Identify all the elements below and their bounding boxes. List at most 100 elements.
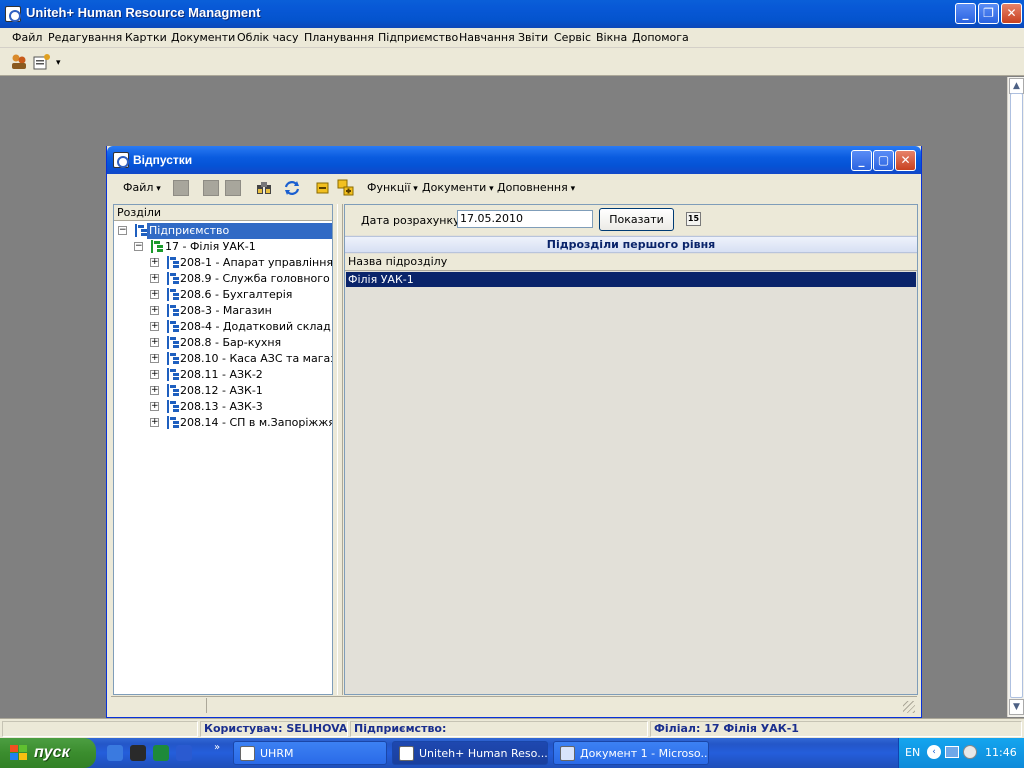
ie-icon[interactable]	[107, 745, 123, 761]
tree-label-branch: 17 - Філія УАК-1	[165, 240, 256, 253]
org-tree-icon	[167, 352, 179, 365]
menu-windows[interactable]: Вікна	[596, 31, 627, 44]
status-panel	[2, 721, 198, 737]
calendar-icon[interactable]: 15	[686, 212, 701, 226]
expand-icon[interactable]: +	[150, 386, 159, 395]
collapse-icon[interactable]: −	[134, 242, 143, 251]
menu-training[interactable]: Навчання	[459, 31, 515, 44]
menu-planning[interactable]: Планування	[304, 31, 374, 44]
menu-cards[interactable]: Картки	[125, 31, 167, 44]
chevron-down-icon[interactable]: ▾	[56, 58, 61, 68]
scroll-down-icon[interactable]: ▼	[1009, 699, 1024, 715]
clock[interactable]: 11:46	[985, 746, 1017, 759]
task-uniteh[interactable]: Uniteh+ Human Reso...	[392, 741, 548, 765]
tree-node[interactable]: + 208.11 - АЗК-2	[114, 367, 332, 383]
scroll-thumb[interactable]	[1010, 93, 1023, 698]
pane-splitter[interactable]	[337, 204, 343, 695]
expand-icon[interactable]: +	[150, 402, 159, 411]
table-row[interactable]: Філія УАК-1	[346, 272, 916, 287]
tree-label: 208.10 - Каса АЗС та магазину	[180, 352, 332, 365]
tree-node[interactable]: + 208.8 - Бар-кухня	[114, 335, 332, 351]
network-icon[interactable]	[945, 746, 959, 758]
menu-edit[interactable]: Редагування	[48, 31, 122, 44]
chevron-icon[interactable]: »	[214, 742, 220, 753]
tree-label: 208.14 - СП в м.Запоріжжя	[180, 416, 333, 429]
file-menu-button[interactable]: Файл	[123, 181, 161, 194]
menu-time-tracking[interactable]: Облік часу	[237, 31, 298, 44]
word-icon[interactable]	[176, 745, 192, 761]
restore-button[interactable]: ❐	[978, 3, 999, 24]
collapse-icon[interactable]	[315, 180, 333, 198]
expand-tree-icon[interactable]	[337, 179, 355, 197]
word-doc-icon	[560, 746, 575, 761]
tree-node[interactable]: + 208.12 - АЗК-1	[114, 383, 332, 399]
app-quicklaunch-icon[interactable]	[130, 745, 146, 761]
menu-bar: Файл Редагування Картки Документи Облік …	[0, 28, 1024, 48]
org-tree-icon	[167, 400, 179, 413]
status-bar: Користувач: SELIHOVA Підприємство: Філіа…	[0, 718, 1024, 738]
functions-menu-button[interactable]: Функції	[367, 181, 418, 194]
properties-icon[interactable]	[33, 53, 51, 71]
language-indicator[interactable]: EN	[905, 746, 920, 759]
child-status-bar	[111, 696, 917, 714]
expand-icon[interactable]: +	[150, 354, 159, 363]
expand-icon[interactable]: +	[150, 290, 159, 299]
expand-icon[interactable]: +	[150, 322, 159, 331]
menu-enterprise[interactable]: Підприємство	[378, 31, 458, 44]
close-button[interactable]: ✕	[1001, 3, 1022, 24]
menu-reports[interactable]: Звіти	[518, 31, 548, 44]
people-icon[interactable]	[10, 53, 28, 71]
tree-node[interactable]: + 208.6 - Бухгалтерія	[114, 287, 332, 303]
tree-node-branch[interactable]: − 17 - Філія УАК-1	[114, 239, 332, 255]
column-header-name[interactable]: Назва підрозділу	[345, 254, 917, 271]
show-button[interactable]: Показати	[599, 208, 674, 231]
main-scrollbar[interactable]: ▲ ▼	[1007, 77, 1024, 717]
task-word-document[interactable]: Документ 1 - Microso...	[553, 741, 709, 765]
chevron-left-icon[interactable]: ‹	[927, 745, 941, 759]
tree-node[interactable]: + 208.9 - Служба головного інже	[114, 271, 332, 287]
expand-icon[interactable]: +	[150, 418, 159, 427]
expand-icon[interactable]: +	[150, 258, 159, 267]
child-maximize-button[interactable]: ▢	[873, 150, 894, 171]
start-label: пуск	[34, 744, 70, 761]
window-icon	[113, 152, 129, 168]
expand-icon[interactable]: +	[150, 306, 159, 315]
binoculars-icon[interactable]	[255, 179, 273, 197]
child-minimize-button[interactable]: _	[851, 150, 872, 171]
menu-service[interactable]: Сервіс	[554, 31, 591, 44]
app-title: Uniteh+ Human Resource Managment	[26, 5, 261, 20]
start-button[interactable]: пуск	[0, 738, 96, 768]
status-branch: Філіал: 17 Філія УАК-1	[650, 721, 1022, 737]
tree-header: Розділи	[114, 205, 332, 221]
tree-node[interactable]: + 208-1 - Апарат управління	[114, 255, 332, 271]
tree-node-root[interactable]: − Підприємство	[114, 223, 332, 239]
tree-node[interactable]: + 208.10 - Каса АЗС та магазину	[114, 351, 332, 367]
menu-help[interactable]: Допомога	[632, 31, 689, 44]
child-close-button[interactable]: ✕	[895, 150, 916, 171]
menu-documents[interactable]: Документи	[171, 31, 235, 44]
documents-menu-button[interactable]: Документи	[422, 181, 494, 194]
tree-node[interactable]: + 208-3 - Магазин	[114, 303, 332, 319]
tree-node[interactable]: + 208-4 - Додатковий склад	[114, 319, 332, 335]
additions-menu-button[interactable]: Доповнення	[497, 181, 575, 194]
disabled-tool-icon	[225, 180, 241, 196]
menu-file[interactable]: Файл	[12, 31, 42, 44]
date-value: 17.05.2010	[460, 212, 523, 225]
tree-node[interactable]: + 208.13 - АЗК-3	[114, 399, 332, 415]
scroll-up-icon[interactable]: ▲	[1009, 78, 1024, 94]
expand-icon[interactable]: +	[150, 274, 159, 283]
tree-node[interactable]: + 208.14 - СП в м.Запоріжжя	[114, 415, 332, 431]
resize-grip[interactable]	[903, 701, 915, 713]
security-icon[interactable]	[963, 745, 977, 759]
vacations-window: Відпустки _ ▢ ✕ Файл Функції Документи Д	[106, 146, 922, 718]
org-tree-icon	[167, 336, 179, 349]
sections-tree: Розділи − Підприємство − 17 - Філія УАК-…	[113, 204, 333, 695]
minimize-button[interactable]: _	[955, 3, 976, 24]
expand-icon[interactable]: +	[150, 338, 159, 347]
expand-icon[interactable]: +	[150, 370, 159, 379]
date-input[interactable]: 17.05.2010 15	[457, 210, 701, 228]
refresh-icon[interactable]	[283, 179, 301, 197]
collapse-icon[interactable]: −	[118, 226, 127, 235]
excel-icon[interactable]	[153, 745, 169, 761]
task-uhrm[interactable]: UHRM	[233, 741, 387, 765]
